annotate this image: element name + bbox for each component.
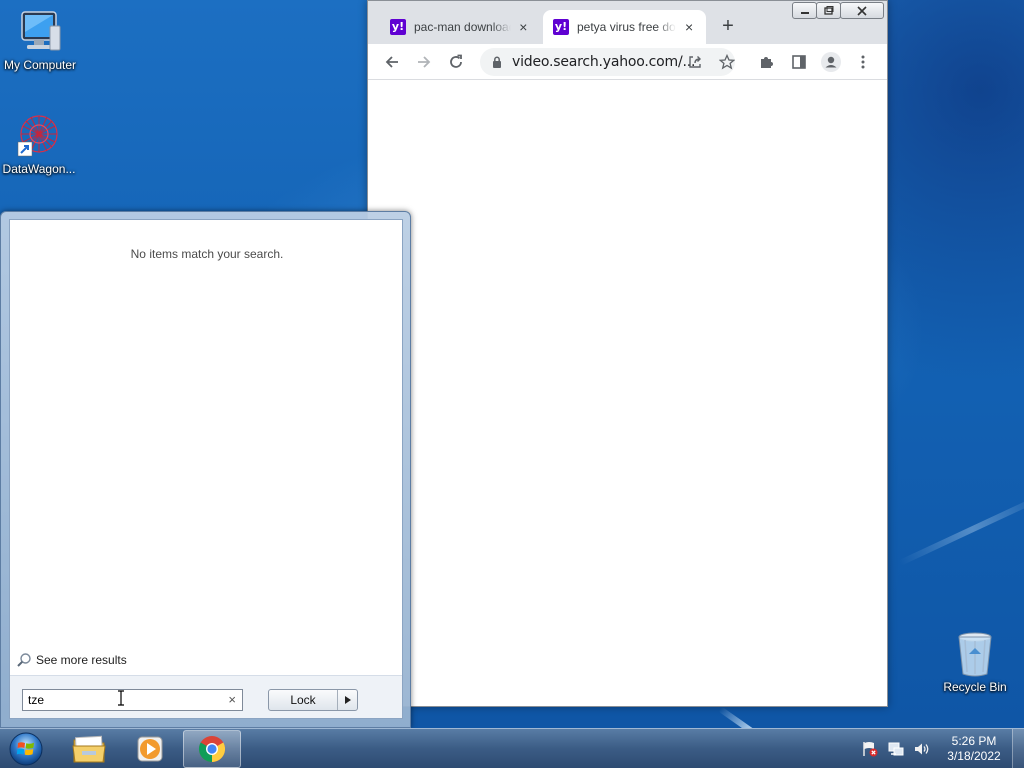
power-button-group: Lock bbox=[268, 689, 358, 711]
minimize-icon bbox=[800, 11, 809, 14]
tab-close-icon[interactable]: × bbox=[682, 19, 696, 35]
side-panel-icon bbox=[792, 55, 806, 69]
avatar-icon bbox=[821, 52, 841, 72]
close-icon bbox=[857, 5, 867, 16]
clock-time: 5:26 PM bbox=[951, 734, 997, 748]
computer-icon bbox=[16, 8, 64, 56]
start-menu-bottom-bar: × Lock bbox=[10, 675, 402, 718]
tab-close-icon[interactable]: × bbox=[517, 19, 530, 35]
bookmark-button[interactable] bbox=[715, 50, 739, 74]
chrome-icon bbox=[198, 736, 226, 763]
tab-title: pac-man download bbox=[414, 20, 511, 34]
windows-explorer-icon bbox=[72, 735, 106, 763]
recycle-bin-icon bbox=[953, 630, 997, 678]
volume-icon[interactable] bbox=[912, 739, 932, 759]
share-button[interactable] bbox=[683, 50, 707, 74]
puzzle-icon bbox=[761, 57, 773, 68]
reload-icon bbox=[450, 54, 462, 68]
minimize-button[interactable] bbox=[792, 2, 817, 19]
media-player-icon bbox=[137, 736, 163, 762]
taskbar-chrome[interactable] bbox=[183, 730, 241, 768]
no-results-message: No items match your search. bbox=[130, 247, 284, 261]
desktop-icon-recycle-bin[interactable]: Recycle Bin bbox=[935, 630, 1015, 694]
tab-title: petya virus free do bbox=[577, 20, 676, 34]
forward-arrow-icon bbox=[418, 56, 431, 68]
datawagon-icon bbox=[15, 112, 63, 160]
star-icon bbox=[719, 54, 735, 70]
profile-button[interactable] bbox=[819, 50, 843, 74]
network-icon[interactable] bbox=[886, 739, 906, 759]
magnifier-icon bbox=[17, 653, 31, 667]
back-button[interactable] bbox=[380, 50, 404, 74]
taskbar-clock[interactable]: 5:26 PM 3/18/2022 bbox=[940, 734, 1008, 764]
restore-button[interactable] bbox=[816, 2, 841, 19]
tab-strip: y! pac-man download × y! petya virus fre… bbox=[368, 1, 887, 44]
show-desktop-button[interactable] bbox=[1012, 729, 1024, 768]
url-text: video.search.yahoo.com/... bbox=[512, 54, 696, 70]
tab-petya-virus[interactable]: y! petya virus free do × bbox=[543, 10, 706, 44]
reload-button[interactable] bbox=[444, 50, 468, 74]
search-results-panel: No items match your search. See more res… bbox=[9, 219, 403, 719]
action-center-flag-icon[interactable] bbox=[860, 739, 880, 759]
start-search-box[interactable]: × bbox=[22, 689, 243, 711]
desktop-icon-my-computer[interactable]: My Computer bbox=[0, 8, 80, 72]
windows-orb-icon bbox=[9, 732, 43, 766]
browser-window: y! pac-man download × y! petya virus fre… bbox=[367, 0, 888, 707]
taskbar-media-player[interactable] bbox=[121, 730, 179, 768]
yahoo-favicon-icon: y! bbox=[553, 19, 569, 35]
wallpaper-streak bbox=[718, 706, 796, 728]
desktop-icon-label: DataWagon... bbox=[2, 162, 76, 176]
start-button[interactable] bbox=[6, 730, 46, 768]
taskbar-windows-explorer[interactable] bbox=[60, 730, 118, 768]
arrow-right-icon bbox=[344, 696, 351, 704]
restore-icon bbox=[823, 5, 833, 15]
extensions-button[interactable] bbox=[755, 50, 779, 74]
share-icon bbox=[689, 56, 701, 68]
taskbar: 5:26 PM 3/18/2022 bbox=[0, 728, 1024, 768]
wallpaper-streak bbox=[898, 492, 1024, 566]
system-tray bbox=[860, 729, 938, 768]
new-tab-button[interactable]: + bbox=[716, 15, 740, 39]
menu-button[interactable] bbox=[851, 50, 875, 74]
forward-button[interactable] bbox=[412, 50, 436, 74]
kebab-menu-icon bbox=[861, 55, 865, 69]
see-more-label: See more results bbox=[36, 653, 127, 667]
desktop-icon-label: Recycle Bin bbox=[943, 680, 1007, 694]
clear-search-icon[interactable]: × bbox=[228, 692, 236, 707]
page-content bbox=[368, 81, 887, 706]
side-panel-button[interactable] bbox=[787, 50, 811, 74]
start-search-input[interactable] bbox=[28, 693, 218, 707]
browser-toolbar: video.search.yahoo.com/... bbox=[368, 44, 887, 80]
start-menu: No items match your search. See more res… bbox=[0, 211, 411, 728]
yahoo-favicon-icon: y! bbox=[390, 19, 406, 35]
tab-pac-man-download[interactable]: y! pac-man download × bbox=[380, 10, 540, 44]
power-options-button[interactable] bbox=[337, 690, 357, 710]
back-arrow-icon bbox=[385, 56, 398, 68]
see-more-results-link[interactable]: See more results bbox=[16, 652, 127, 668]
lock-icon[interactable] bbox=[490, 56, 504, 68]
desktop-icon-label: My Computer bbox=[3, 58, 77, 72]
clock-date: 3/18/2022 bbox=[947, 749, 1001, 763]
desktop-icon-datawagon[interactable]: DataWagon... bbox=[0, 112, 79, 176]
lock-button[interactable]: Lock bbox=[269, 690, 337, 710]
close-window-button[interactable] bbox=[840, 2, 884, 19]
